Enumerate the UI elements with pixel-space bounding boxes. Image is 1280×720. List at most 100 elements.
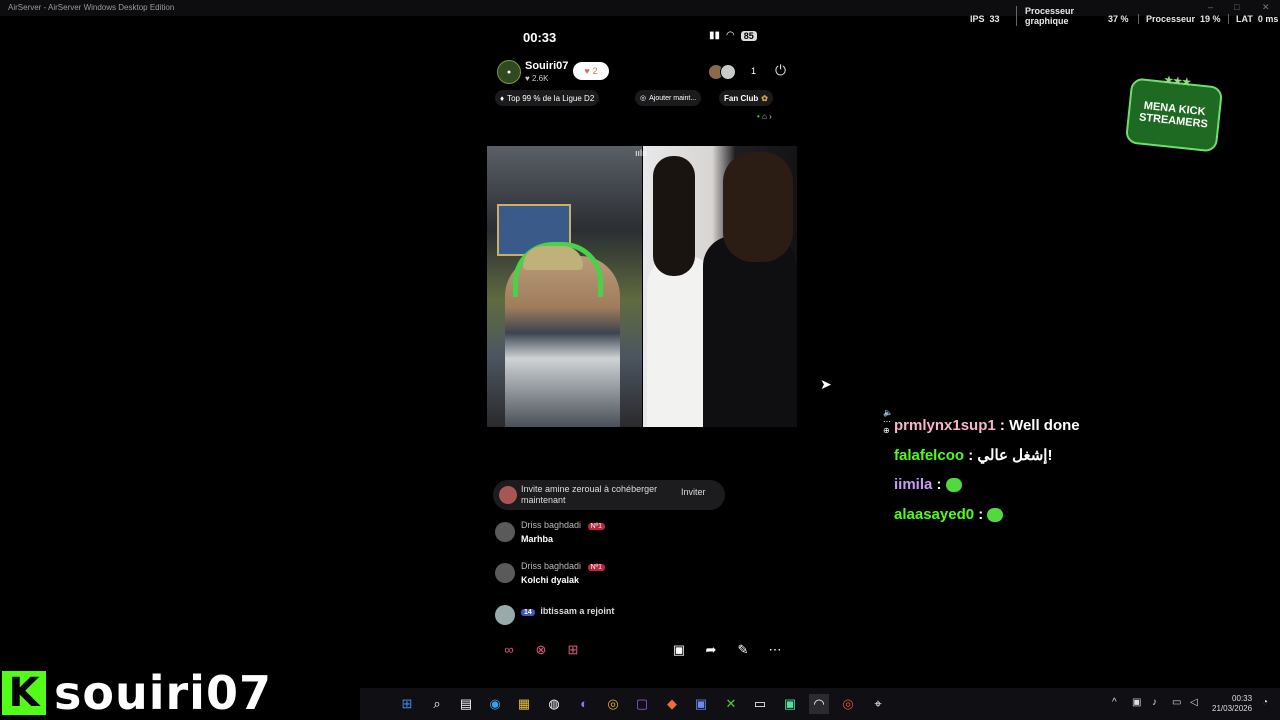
window-title: AirServer - AirServer Windows Desktop Ed… bbox=[8, 3, 175, 12]
ips-value: 33 bbox=[989, 14, 1000, 24]
channel-name: souiri07 bbox=[54, 666, 272, 720]
signal-icon: ▮▮ bbox=[709, 30, 721, 41]
chat-user: iimila bbox=[894, 476, 933, 493]
overlay-chat-line: prmlynx1sup1 : Well done bbox=[894, 417, 1080, 434]
phone-status-icons: ▮▮ ◠ 85 bbox=[709, 30, 757, 41]
edge-icon[interactable]: ◉ bbox=[485, 694, 505, 714]
cohost-invite: Invite amine zeroual à cohéberger mainte… bbox=[493, 480, 725, 510]
chat-separator: : bbox=[999, 417, 1010, 434]
cpu-stat: Processeur 19 % bbox=[1138, 14, 1221, 24]
microphone-icon[interactable]: ♪ bbox=[1152, 697, 1157, 708]
more-icon[interactable]: ⋯ bbox=[765, 640, 785, 660]
lat-stat: LAT 0 ms bbox=[1228, 14, 1278, 24]
clock-date: 21/03/2026 bbox=[1212, 704, 1253, 713]
message-body: Kolchi dyalak bbox=[521, 575, 580, 585]
obs-icon[interactable]: ◍ bbox=[544, 694, 564, 714]
ips-stat: IPS 33 bbox=[970, 14, 1000, 24]
maximize-icon[interactable]: □ bbox=[1234, 2, 1239, 12]
emote-icon bbox=[945, 478, 962, 493]
system-clock[interactable]: 00:33 21/03/2026 bbox=[1212, 694, 1252, 714]
video-icon[interactable]: ▣ bbox=[669, 640, 689, 660]
tray-app-icon[interactable]: ▣ bbox=[1132, 697, 1141, 708]
live-controls: ∞ ⊗ ⊞ ▣ ➦ ✎ ⋯ bbox=[487, 640, 797, 660]
diamond-icon: ♦ bbox=[500, 93, 505, 103]
fan-club-icon: ✿ bbox=[761, 93, 768, 103]
viewer-avatar bbox=[720, 64, 736, 80]
chevron-up-icon[interactable]: ^ bbox=[1112, 697, 1117, 708]
power-icon[interactable]: ⏻ bbox=[775, 62, 786, 79]
invite-text: Invite amine zeroual à cohéberger mainte… bbox=[521, 484, 658, 505]
message-author: Driss baghdadi Nº1 bbox=[521, 561, 606, 571]
airserver-icon[interactable]: ◠ bbox=[809, 694, 829, 714]
notification-icon[interactable]: ◔ bbox=[1262, 697, 1268, 708]
live-video[interactable]: 🔈 ⋯ ⊕ ıılıı bbox=[487, 146, 893, 435]
host-likes: ♥ 2.6K bbox=[525, 74, 549, 83]
joined-label: a rejoint bbox=[579, 606, 615, 616]
twitch-icon[interactable]: ▢ bbox=[632, 694, 652, 714]
brave-icon[interactable]: ◆ bbox=[662, 694, 682, 714]
gpu-label: Processeur graphique bbox=[1016, 6, 1095, 26]
chrome-icon[interactable]: ◎ bbox=[603, 694, 623, 714]
magic-wand-icon[interactable]: ✎ bbox=[733, 640, 753, 660]
user-avatar bbox=[495, 605, 515, 625]
add-chip[interactable]: ◎ Ajouter maint... bbox=[635, 90, 702, 106]
discord-icon[interactable]: ◐ bbox=[574, 694, 594, 714]
viewer-avatars[interactable] bbox=[708, 64, 736, 80]
home-icon: ⌂ bbox=[762, 112, 767, 121]
chat-user: prmlynx1sup1 bbox=[894, 417, 996, 434]
chat-text: إشغل عالي! bbox=[977, 447, 1053, 464]
mini-controls[interactable]: • ⌂ › bbox=[757, 112, 772, 121]
wifi-icon: ◠ bbox=[726, 30, 735, 41]
search-icon[interactable]: ⌕ bbox=[427, 694, 447, 714]
mouse-cursor-icon: ➤ bbox=[820, 376, 832, 392]
app-icon[interactable]: ▣ bbox=[780, 694, 800, 714]
host-avatar[interactable]: ● bbox=[497, 60, 521, 84]
windows-start-icon[interactable]: ⊞ bbox=[397, 694, 417, 714]
multi-guest-icon[interactable]: ⊗ bbox=[531, 640, 551, 660]
xbox-icon[interactable]: ✕ bbox=[721, 694, 741, 714]
chrome-icon[interactable]: ◎ bbox=[838, 694, 858, 714]
minimize-icon[interactable]: – bbox=[1208, 2, 1213, 12]
cap bbox=[523, 246, 583, 270]
app-icon[interactable]: ▣ bbox=[691, 694, 711, 714]
grid-icon[interactable]: ⊞ bbox=[563, 640, 583, 660]
task-view-icon[interactable]: ▤ bbox=[456, 694, 476, 714]
guest-audio-icons[interactable]: 🔈 ⋯ ⊕ bbox=[883, 408, 893, 435]
rank-badge: Nº1 bbox=[587, 523, 606, 530]
user-avatar bbox=[495, 563, 515, 583]
battery-indicator: 85 bbox=[740, 30, 757, 41]
clock-time: 00:33 bbox=[1232, 694, 1253, 703]
guest-person-2-head bbox=[723, 152, 793, 262]
heart-button[interactable]: ♥ 2 bbox=[573, 62, 609, 80]
phone-mirror: 00:33 ▮▮ ◠ 85 ● Souiri07 ♥ 2.6K ♥ 2 1 ⏻ … bbox=[487, 20, 893, 670]
location-icon[interactable]: ⌖ bbox=[868, 694, 888, 714]
channel-banner: K souiri07 bbox=[2, 666, 272, 720]
fan-club-label: Fan Club bbox=[724, 93, 759, 103]
rank-chip[interactable]: ♦ Top 99 % de la Ligue D2 bbox=[495, 90, 600, 106]
ips-label: IPS bbox=[970, 14, 985, 24]
emote-icon bbox=[987, 508, 1004, 523]
chat-user: falafelcoo bbox=[894, 447, 965, 464]
volume-icon[interactable]: ◁ bbox=[1190, 697, 1198, 708]
link-icon[interactable]: ∞ bbox=[499, 640, 519, 660]
terminal-icon[interactable]: ▭ bbox=[750, 694, 770, 714]
chat-separator: : bbox=[936, 476, 946, 493]
fan-club-chip[interactable]: Fan Club ✿ bbox=[719, 90, 773, 106]
file-explorer-icon[interactable]: ▦ bbox=[514, 694, 534, 714]
host-video bbox=[487, 146, 642, 427]
share-icon[interactable]: ➦ bbox=[701, 640, 721, 660]
network-icon[interactable]: ▭ bbox=[1172, 697, 1181, 708]
author-name: Driss baghdadi bbox=[521, 520, 582, 530]
audio-bars-icon: ıılıı bbox=[635, 148, 648, 158]
host-name[interactable]: Souiri07 bbox=[525, 60, 568, 72]
viewer-count: 1 bbox=[751, 66, 757, 76]
cpu-label: Processeur bbox=[1146, 14, 1196, 24]
invitee-avatar bbox=[499, 486, 517, 504]
phone-time: 00:33 bbox=[523, 30, 557, 45]
chat-separator: : bbox=[968, 447, 978, 464]
joined-user: ibtissam bbox=[540, 606, 577, 616]
add-chip-label: Ajouter maint... bbox=[649, 94, 697, 102]
close-icon[interactable]: ✕ bbox=[1262, 2, 1270, 13]
invite-button[interactable]: Inviter bbox=[681, 487, 706, 497]
level-badge: 14 bbox=[521, 609, 535, 616]
